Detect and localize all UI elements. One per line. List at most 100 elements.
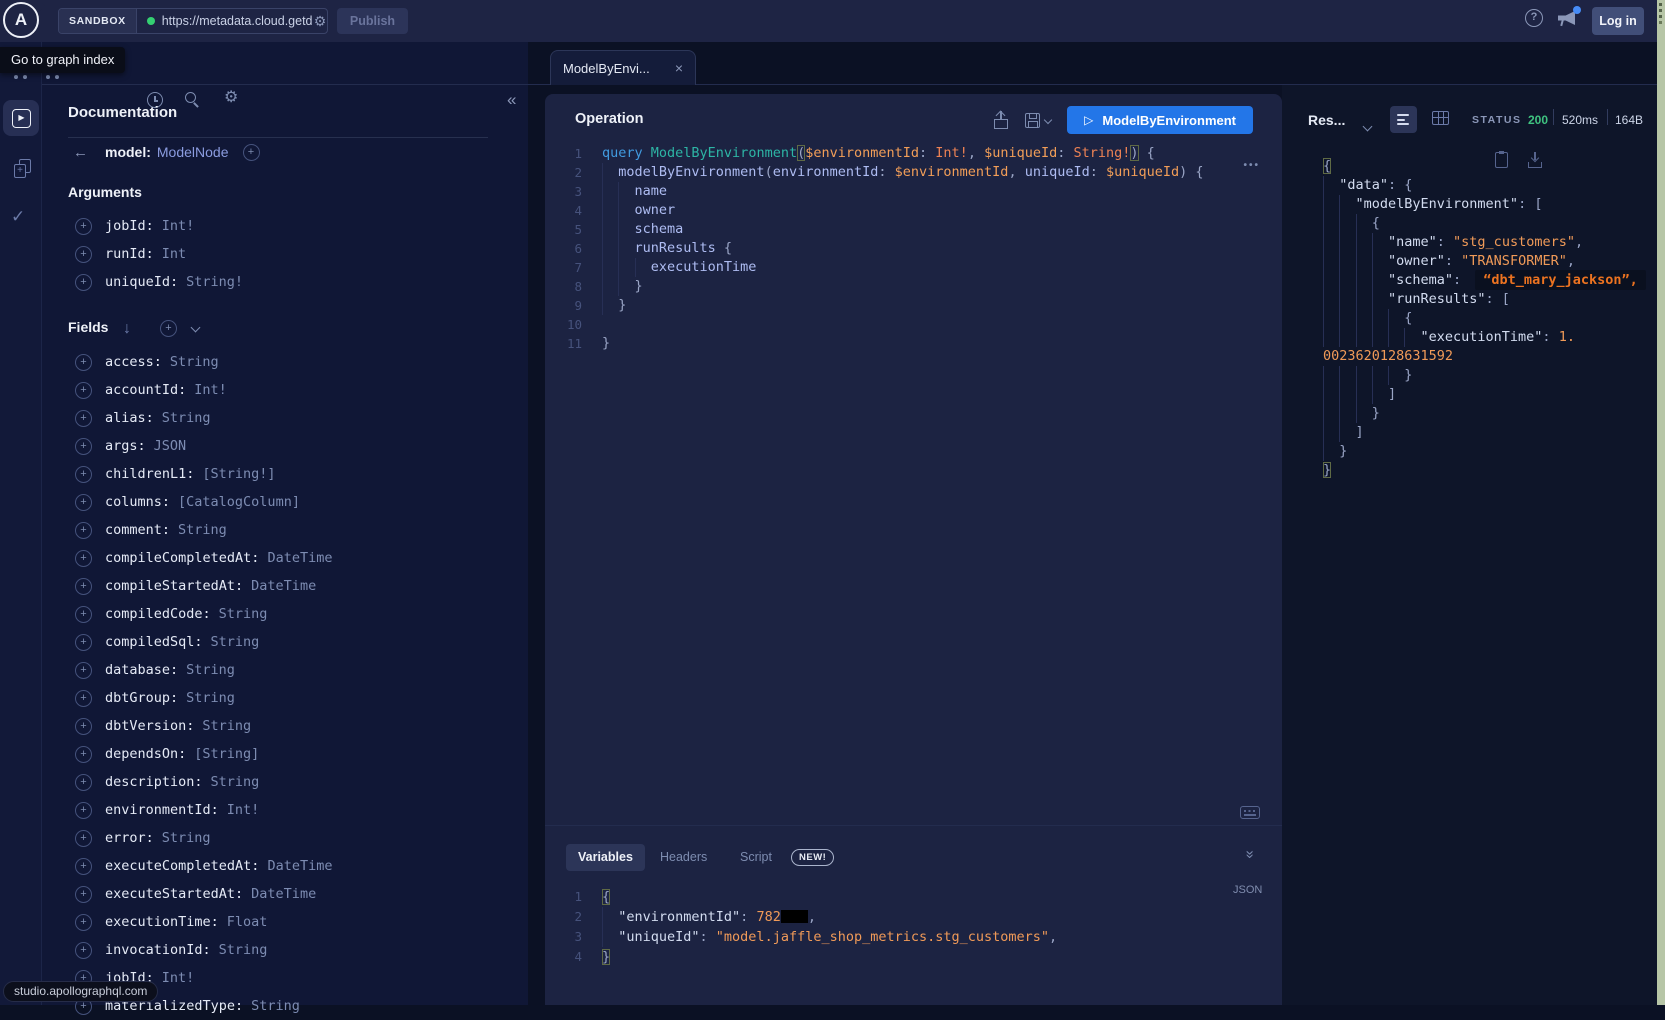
field-type[interactable]: String (202, 718, 251, 734)
argument-type[interactable]: Int (162, 246, 186, 262)
doc-field-row[interactable]: +dbtVersion:String (42, 712, 528, 740)
field-type[interactable]: String (186, 690, 235, 706)
back-arrow-icon[interactable]: ← (73, 144, 105, 161)
add-to-query-button[interactable]: + (75, 718, 92, 735)
doc-field-row[interactable]: +comment:String (42, 516, 528, 544)
response-dropdown[interactable]: Res... (1308, 112, 1345, 128)
doc-field-row[interactable]: +executeCompletedAt:DateTime (42, 852, 528, 880)
formatted-view-toggle[interactable] (1390, 106, 1417, 133)
tab-variables[interactable]: Variables (566, 844, 645, 871)
tab-close-icon[interactable]: × (675, 60, 683, 76)
add-to-query-button[interactable]: + (75, 578, 92, 595)
add-to-query-button[interactable]: + (75, 218, 92, 235)
field-type[interactable]: Int! (194, 382, 227, 398)
doc-field-row[interactable]: +compiledSql:String (42, 628, 528, 656)
doc-field-row[interactable]: +compiledCode:String (42, 600, 528, 628)
apollo-logo-icon[interactable]: A (3, 2, 39, 38)
add-to-query-button[interactable]: + (75, 466, 92, 483)
collapse-variables-icon[interactable]: « (1241, 850, 1258, 858)
add-to-query-button[interactable]: + (75, 634, 92, 651)
doc-field-row[interactable]: +database:String (42, 656, 528, 684)
field-type[interactable]: String (219, 606, 268, 622)
doc-field-row[interactable]: +compileStartedAt:DateTime (42, 572, 528, 600)
operation-editor[interactable]: 1query ModelByEnvironment($environmentId… (545, 144, 1282, 353)
add-to-query-button[interactable]: + (75, 942, 92, 959)
announcements-megaphone-icon[interactable] (1558, 10, 1578, 26)
search-icon[interactable] (185, 92, 196, 103)
publish-button[interactable]: Publish (337, 8, 408, 34)
doc-argument-row[interactable]: +uniqueId:String! (42, 268, 528, 296)
doc-field-row[interactable]: +invocationId:String (42, 936, 528, 964)
keyboard-shortcuts-icon[interactable] (1240, 806, 1260, 819)
login-button[interactable]: Log in (1592, 7, 1644, 35)
field-type[interactable]: DateTime (251, 578, 316, 594)
collapse-panel-icon[interactable]: « (507, 90, 516, 110)
sidebar-item-operation-collections[interactable]: + (10, 158, 34, 182)
add-to-query-button[interactable]: + (75, 438, 92, 455)
field-type[interactable]: [CatalogColumn] (178, 494, 300, 510)
doc-field-row[interactable]: +access:String (42, 348, 528, 376)
sort-fields-icon[interactable]: ↓ (123, 320, 131, 338)
doc-field-row[interactable]: +dbtGroup:String (42, 684, 528, 712)
field-type[interactable]: String (170, 354, 219, 370)
response-chevron-icon[interactable] (1364, 117, 1371, 135)
field-type[interactable]: Float (227, 914, 268, 930)
field-type[interactable]: String (211, 774, 260, 790)
endpoint-url-input[interactable]: https://metadata.cloud.getd (162, 14, 312, 28)
add-to-query-button[interactable]: + (75, 830, 92, 847)
argument-type[interactable]: String! (186, 274, 243, 290)
field-type[interactable]: [String!] (202, 466, 275, 482)
doc-field-row[interactable]: +description:String (42, 768, 528, 796)
run-operation-button[interactable]: ▷ ModelByEnvironment (1067, 106, 1253, 134)
save-operation-button[interactable] (1025, 113, 1051, 128)
field-type[interactable]: String (178, 522, 227, 538)
doc-argument-row[interactable]: +runId:Int (42, 240, 528, 268)
sidebar-item-explorer[interactable]: ▶ (3, 100, 39, 136)
add-to-query-button[interactable]: + (75, 246, 92, 263)
variables-editor[interactable]: 1{2 "environmentId": 782,3 "uniqueId": "… (545, 887, 1282, 967)
field-type[interactable]: String (251, 998, 300, 1014)
doc-field-row[interactable]: +environmentId:Int! (42, 796, 528, 824)
field-type[interactable]: [String] (194, 746, 259, 762)
fields-options-chevron-icon[interactable] (192, 324, 199, 331)
tab-modelbyenvironment[interactable]: ModelByEnvi... × (550, 50, 696, 85)
share-operation-icon[interactable] (993, 111, 1009, 129)
doc-field-row[interactable]: +childrenL1:[String!] (42, 460, 528, 488)
field-type[interactable]: Int! (227, 802, 260, 818)
doc-field-row[interactable]: +executionTime:Float (42, 908, 528, 936)
field-type[interactable]: String (162, 830, 211, 846)
endpoint-url-bar[interactable]: SANDBOX https://metadata.cloud.getd ⚙ (58, 8, 328, 34)
doc-field-row[interactable]: +columns:[CatalogColumn] (42, 488, 528, 516)
add-to-query-button[interactable]: + (75, 522, 92, 539)
add-to-query-button[interactable]: + (75, 914, 92, 931)
add-field-button[interactable]: + (243, 144, 260, 161)
field-type-link[interactable]: ModelNode (157, 144, 229, 160)
field-type[interactable]: Int! (162, 970, 195, 986)
add-to-query-button[interactable]: + (75, 410, 92, 427)
add-to-query-button[interactable]: + (75, 886, 92, 903)
connection-settings-gear-icon[interactable]: ⚙ (314, 13, 327, 30)
add-to-query-button[interactable]: + (75, 606, 92, 623)
add-to-query-button[interactable]: + (75, 746, 92, 763)
table-view-toggle[interactable] (1432, 111, 1449, 125)
field-type[interactable]: String (211, 634, 260, 650)
doc-field-row[interactable]: +error:String (42, 824, 528, 852)
field-type[interactable]: DateTime (267, 550, 332, 566)
sidebar-item-checks[interactable]: ✓ (11, 207, 25, 227)
doc-field-row[interactable]: +args:JSON (42, 432, 528, 460)
add-to-query-button[interactable]: + (75, 662, 92, 679)
field-type[interactable]: JSON (154, 438, 187, 454)
add-to-query-button[interactable]: + (75, 802, 92, 819)
add-to-query-button[interactable]: + (75, 494, 92, 511)
add-to-query-button[interactable]: + (75, 774, 92, 791)
add-to-query-button[interactable]: + (75, 354, 92, 371)
doc-field-row[interactable]: +executeStartedAt:DateTime (42, 880, 528, 908)
doc-field-row[interactable]: +alias:String (42, 404, 528, 432)
doc-field-row[interactable]: +dependsOn:[String] (42, 740, 528, 768)
add-to-query-button[interactable]: + (75, 274, 92, 291)
settings-gear-icon[interactable]: ⚙ (224, 90, 238, 106)
doc-argument-row[interactable]: +jobId:Int! (42, 212, 528, 240)
add-to-query-button[interactable]: + (75, 550, 92, 567)
field-type[interactable]: DateTime (267, 858, 332, 874)
add-to-query-button[interactable]: + (75, 690, 92, 707)
